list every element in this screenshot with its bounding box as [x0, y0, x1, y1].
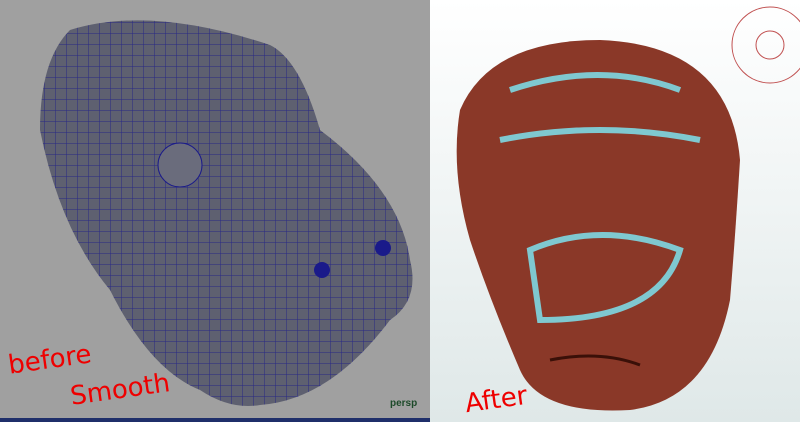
camera-label: persp [390, 398, 418, 409]
viewport-bottom-bar [0, 418, 430, 422]
before-viewport[interactable]: persp before Smooth [0, 0, 430, 422]
sculpted-hippo-mesh [456, 6, 800, 411]
after-viewport[interactable]: After [430, 0, 800, 422]
rotate-gizmo-icon [731, 6, 800, 84]
